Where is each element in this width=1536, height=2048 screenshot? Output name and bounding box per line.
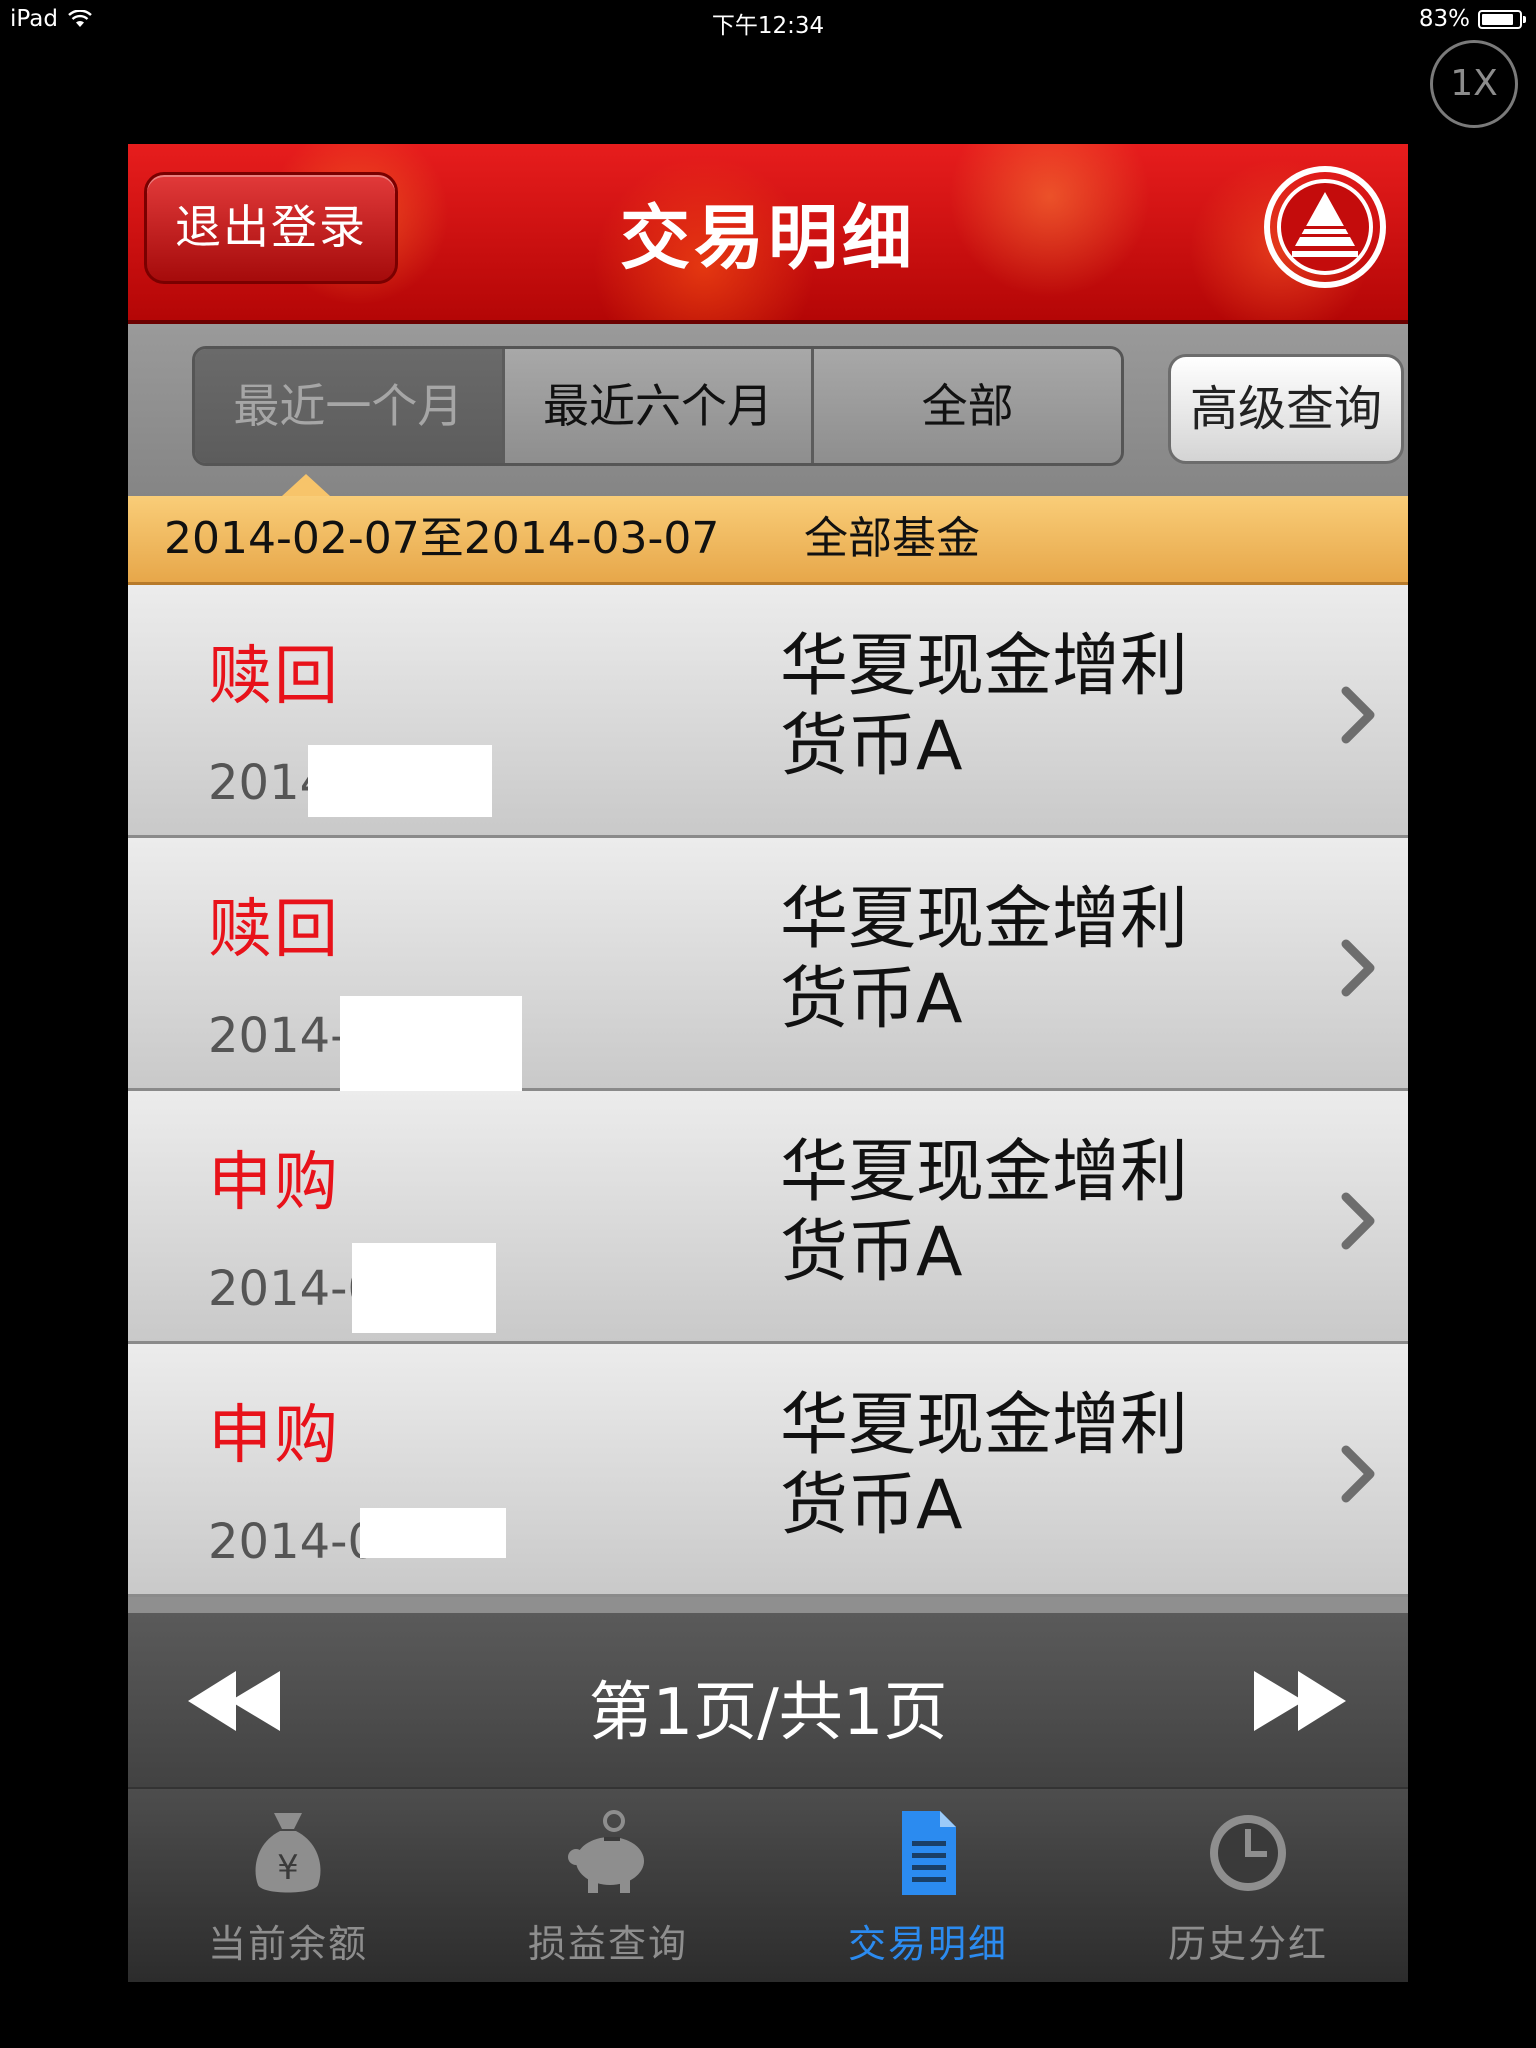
fund-name: 华夏现金增利 货币A [780,627,1200,787]
tab-label: 损益查询 [527,1922,688,1966]
transaction-type: 申购 [208,1399,340,1473]
battery-percent: 83% [1418,6,1470,32]
chevron-right-icon [1341,939,1375,997]
transaction-list: 赎回 2014 华夏现金增利 货币A 赎回 2014- 华夏现金增利 货币A 申… [128,585,1408,1597]
tab-label: 交易明细 [847,1922,1008,1966]
document-icon [902,1811,956,1895]
range-summary-bar: 2014-02-07至2014-03-07 全部基金 [128,496,1408,585]
next-page-icon[interactable] [1248,1669,1348,1733]
fund-filter-text: 全部基金 [804,513,980,564]
tab-label: 当前余额 [207,1922,368,1966]
transaction-date: 2014- [208,1008,348,1064]
tab-bar: ¥ 当前余额 损益查询 交易明细 历史分红 [128,1789,1408,1982]
list-item[interactable]: 赎回 2014 华夏现金增利 货币A [128,585,1408,838]
page-indicator: 第1页/共1页 [588,1676,948,1750]
brand-logo-icon[interactable] [1260,162,1390,292]
transaction-date: 2014-0 [208,1514,379,1570]
battery-icon [1478,9,1526,29]
redaction-block [340,996,522,1092]
fund-name-line1: 华夏现金增利 [780,880,1189,959]
header-bar: 退出登录 交易明细 [128,144,1408,324]
piggy-bank-icon [568,1810,644,1893]
status-time: 下午12:34 [711,13,825,39]
money-bag-icon: ¥ [255,1813,321,1893]
clock-icon [1210,1815,1286,1891]
list-item[interactable]: 赎回 2014- 华夏现金增利 货币A [128,838,1408,1092]
fund-name-line2: 货币A [780,707,963,786]
transaction-type: 赎回 [208,893,340,967]
tab-current-balance[interactable]: ¥ 当前余额 [128,1789,448,1982]
fund-name-line1: 华夏现金增利 [780,1386,1189,1465]
transaction-type: 申购 [208,1146,340,1220]
redaction-block [360,1508,506,1558]
segment-last-month[interactable]: 最近一个月 [195,349,502,463]
list-item[interactable]: 申购 2014-0 华夏现金增利 货币A [128,1344,1408,1597]
transaction-type: 赎回 [208,640,340,714]
svg-text:¥: ¥ [277,1848,299,1888]
tab-profit-loss[interactable]: 损益查询 [448,1789,768,1982]
page-title: 交易明细 [620,197,916,279]
filter-bar: 最近一个月 最近六个月 全部 高级查询 [128,324,1408,496]
status-bar: iPad 下午12:34 83% [0,0,1536,40]
fund-name-line2: 货币A [780,1213,963,1292]
tab-transaction-details[interactable]: 交易明细 [768,1789,1088,1982]
segment-all[interactable]: 全部 [811,349,1121,463]
pagination-bar: 第1页/共1页 [128,1613,1408,1789]
segment-last-six-months[interactable]: 最近六个月 [501,349,812,463]
fund-name: 华夏现金增利 货币A [780,1133,1200,1293]
fund-name-line2: 货币A [780,960,963,1039]
fund-name: 华夏现金增利 货币A [780,880,1200,1040]
list-item[interactable]: 申购 2014-0 华夏现金增利 货币A [128,1091,1408,1344]
fund-name-line1: 华夏现金增利 [780,627,1189,706]
selected-pointer [282,474,330,496]
fund-name-line2: 货币A [780,1466,963,1545]
fund-name-line1: 华夏现金增利 [780,1133,1189,1212]
tab-label: 历史分红 [1167,1922,1328,1966]
zoom-button[interactable]: 1X [1430,40,1518,128]
fund-name: 华夏现金增利 货币A [780,1386,1200,1546]
chevron-right-icon [1341,1192,1375,1250]
app-window: 退出登录 交易明细 最近一个月 最近六个月 全部 高级查询 2014-02-07… [128,144,1408,1982]
date-range-text: 2014-02-07至2014-03-07 [164,513,720,564]
chevron-right-icon [1341,686,1375,744]
chevron-right-icon [1341,1445,1375,1503]
advanced-search-button[interactable]: 高级查询 [1168,354,1404,464]
tab-dividend-history[interactable]: 历史分红 [1088,1789,1408,1982]
redaction-block [352,1243,496,1333]
redaction-block [308,745,492,817]
period-segmented-control: 最近一个月 最近六个月 全部 [192,346,1124,466]
